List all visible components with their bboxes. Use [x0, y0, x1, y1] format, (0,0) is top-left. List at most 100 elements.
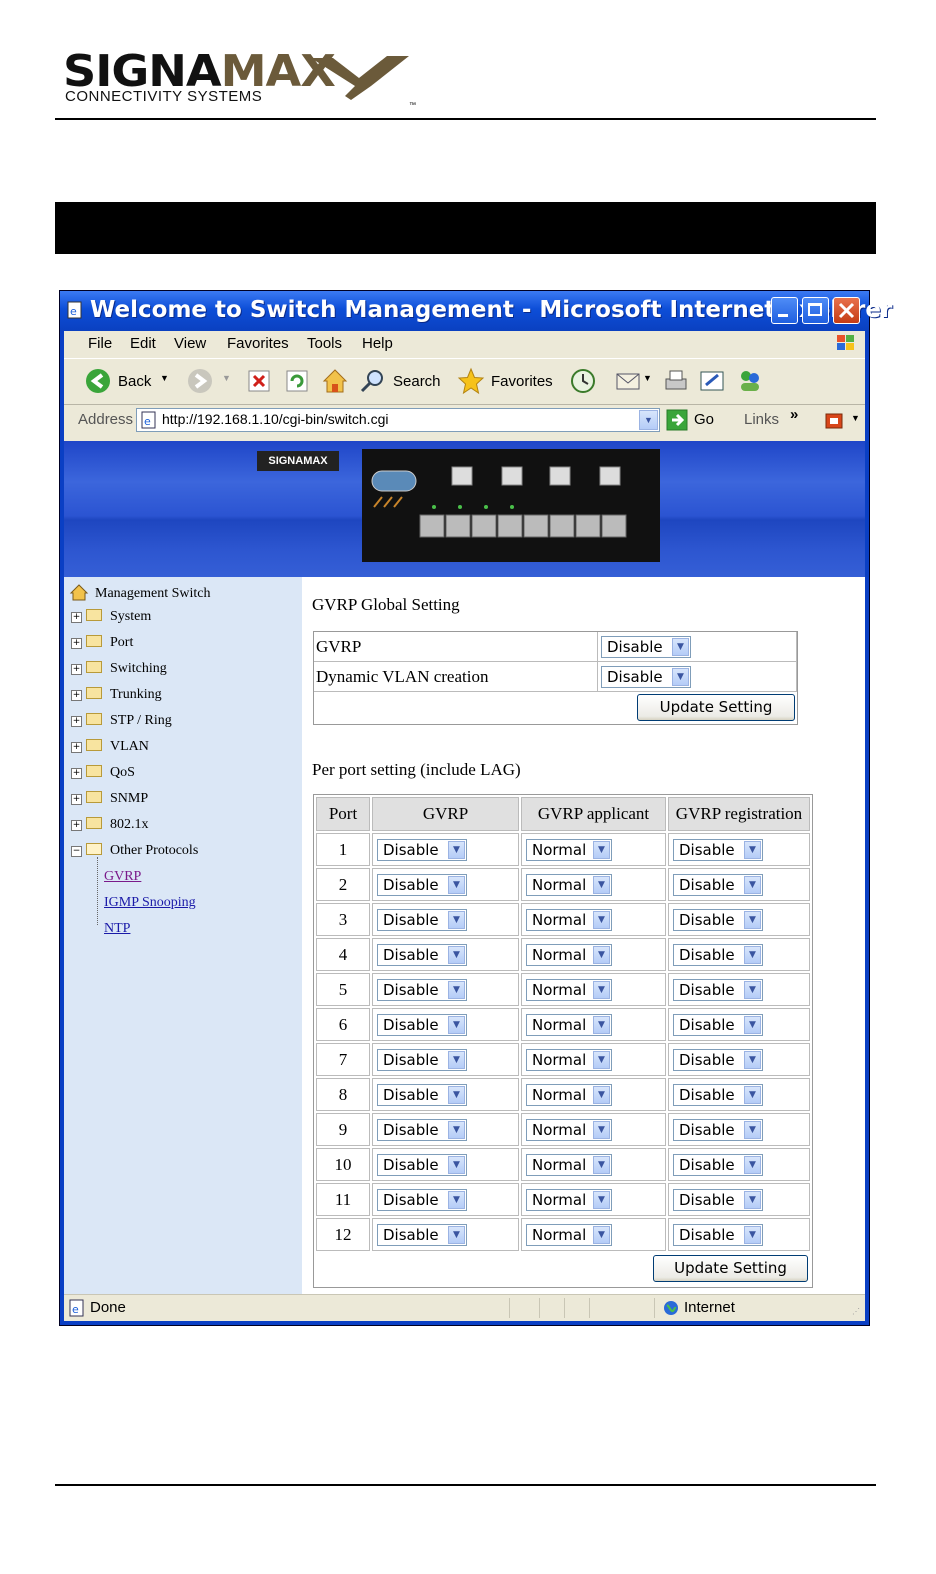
expand-icon[interactable]: + — [71, 638, 82, 649]
maximize-button[interactable] — [802, 297, 829, 324]
tree-item-other-protocols[interactable]: − Other Protocols — [71, 843, 198, 859]
port-gvrp-select[interactable]: Disable ▼ — [377, 838, 467, 861]
title-bar[interactable]: e Welcome to Switch Management - Microso… — [60, 291, 892, 331]
gvrp-select[interactable]: Disable ▼ — [601, 635, 691, 658]
port-registration-select[interactable]: Disable ▼ — [673, 943, 763, 966]
port-registration-select[interactable]: Disable ▼ — [673, 1048, 763, 1071]
search-button[interactable]: Search — [359, 367, 449, 395]
expand-icon[interactable]: + — [71, 612, 82, 623]
port-gvrp-select[interactable]: Disable ▼ — [377, 943, 467, 966]
tree-item-8021x[interactable]: +802.1x — [71, 817, 149, 833]
go-button[interactable]: Go — [666, 409, 718, 431]
stop-icon[interactable] — [247, 369, 271, 393]
port-registration-select[interactable]: Disable ▼ — [673, 978, 763, 1001]
address-input[interactable]: e http://192.168.1.10/cgi-bin/switch.cgi… — [136, 408, 660, 432]
menu-favorites[interactable]: Favorites — [227, 335, 289, 352]
tree-item-trunking[interactable]: + Trunking — [71, 687, 162, 703]
collapse-icon[interactable]: − — [71, 846, 82, 857]
global-update-button[interactable]: Update Setting — [637, 694, 795, 721]
resize-grip-icon[interactable]: ⋰ — [852, 1307, 860, 1316]
expand-icon[interactable]: + — [71, 742, 82, 753]
messenger-icon[interactable] — [736, 367, 764, 395]
perport-update-button[interactable]: Update Setting — [653, 1255, 808, 1282]
port-gvrp-select[interactable]: Disable ▼ — [377, 1153, 467, 1176]
gvrp-link[interactable]: GVRP — [104, 869, 141, 884]
tree-item-switching[interactable]: + Switching — [71, 661, 167, 677]
port-registration-select[interactable]: Disable ▼ — [673, 1083, 763, 1106]
port-applicant-select[interactable]: Normal ▼ — [526, 1118, 612, 1141]
port-registration-select[interactable]: Disable ▼ — [673, 1153, 763, 1176]
port-gvrp-select[interactable]: Disable ▼ — [377, 1048, 467, 1071]
port-gvrp-select[interactable]: Disable ▼ — [377, 1083, 467, 1106]
port-applicant-select[interactable]: Normal ▼ — [526, 1188, 612, 1211]
port-applicant-select[interactable]: Normal ▼ — [526, 943, 612, 966]
back-dropdown-icon[interactable]: ▼ — [160, 373, 169, 383]
port-gvrp-select[interactable]: Disable ▼ — [377, 1013, 467, 1036]
tree-item-qos[interactable]: + QoS — [71, 765, 135, 781]
tree-root[interactable]: Management Switch — [69, 583, 210, 602]
menu-view[interactable]: View — [174, 335, 206, 352]
port-applicant-select[interactable]: Normal ▼ — [526, 978, 612, 1001]
expand-icon[interactable]: + — [71, 664, 82, 675]
tree-item-port[interactable]: + Port — [71, 635, 133, 651]
expand-icon[interactable]: + — [71, 768, 82, 779]
port-applicant-select[interactable]: Normal ▼ — [526, 1153, 612, 1176]
port-registration-select[interactable]: Disable ▼ — [673, 838, 763, 861]
port-registration-select[interactable]: Disable ▼ — [673, 1223, 763, 1246]
forward-dropdown-icon[interactable]: ▼ — [222, 373, 231, 383]
expand-icon[interactable]: + — [71, 794, 82, 805]
port-registration-select[interactable]: Disable ▼ — [673, 1188, 763, 1211]
port-applicant-select[interactable]: Normal ▼ — [526, 873, 612, 896]
tree-item-system[interactable]: + System — [71, 609, 151, 625]
refresh-icon[interactable] — [285, 369, 309, 393]
port-applicant-select[interactable]: Normal ▼ — [526, 1048, 612, 1071]
port-applicant-select[interactable]: Normal ▼ — [526, 838, 612, 861]
tree-item-snmp[interactable]: + SNMP — [71, 791, 148, 807]
port-gvrp-select[interactable]: Disable ▼ — [377, 1188, 467, 1211]
port-applicant-select[interactable]: Normal ▼ — [526, 908, 612, 931]
mail-icon[interactable] — [614, 367, 642, 395]
history-icon[interactable] — [569, 367, 597, 395]
close-button[interactable] — [833, 297, 860, 324]
port-registration-select[interactable]: Disable ▼ — [673, 873, 763, 896]
ntp-link[interactable]: NTP — [104, 921, 130, 936]
port-registration-select[interactable]: Disable ▼ — [673, 1118, 763, 1141]
back-button[interactable]: Back ▼ — [84, 367, 184, 395]
tree-link-igmp[interactable]: IGMP Snooping — [104, 895, 196, 911]
port-registration-select[interactable]: Disable ▼ — [673, 1013, 763, 1036]
menu-edit[interactable]: Edit — [130, 335, 156, 352]
menu-tools[interactable]: Tools — [307, 335, 342, 352]
port-gvrp-select[interactable]: Disable ▼ — [377, 978, 467, 1001]
home-icon[interactable] — [320, 366, 350, 396]
favorites-button[interactable]: Favorites — [457, 367, 562, 395]
expand-icon[interactable]: + — [71, 690, 82, 701]
port-applicant-select[interactable]: Normal ▼ — [526, 1223, 612, 1246]
port-applicant-select[interactable]: Normal ▼ — [526, 1013, 612, 1036]
print-icon[interactable] — [662, 367, 690, 395]
expand-icon[interactable]: + — [71, 820, 82, 831]
igmp-snooping-link[interactable]: IGMP Snooping — [104, 895, 196, 910]
port-gvrp-select[interactable]: Disable ▼ — [377, 908, 467, 931]
edit-icon[interactable] — [698, 367, 726, 395]
address-dropdown-icon[interactable]: ▼ — [639, 410, 658, 430]
menu-file[interactable]: File — [88, 335, 112, 352]
tree-link-gvrp[interactable]: GVRP — [104, 869, 141, 885]
port-gvrp-select[interactable]: Disable ▼ — [377, 873, 467, 896]
expand-icon[interactable]: + — [71, 716, 82, 727]
tree-item-vlan[interactable]: + VLAN — [71, 739, 149, 755]
menu-help[interactable]: Help — [362, 335, 393, 352]
tree-link-ntp[interactable]: NTP — [104, 921, 130, 937]
links-label[interactable]: Links — [744, 411, 779, 428]
port-gvrp-select[interactable]: Disable ▼ — [377, 1118, 467, 1141]
port-applicant-select[interactable]: Normal ▼ — [526, 1083, 612, 1106]
port-gvrp-select[interactable]: Disable ▼ — [377, 1223, 467, 1246]
tree-item-stp-ring[interactable]: + STP / Ring — [71, 713, 172, 729]
dynamic-vlan-select[interactable]: Disable ▼ — [601, 665, 691, 688]
minimize-button[interactable] — [771, 297, 798, 324]
forward-arrow-icon[interactable] — [186, 367, 214, 395]
addon-dropdown-icon[interactable]: ▼ — [851, 413, 860, 423]
port-registration-select[interactable]: Disable ▼ — [673, 908, 763, 931]
mail-dropdown-icon[interactable]: ▼ — [643, 373, 652, 383]
links-chevron[interactable]: » — [790, 406, 798, 423]
toolbar-addon-icon[interactable] — [824, 410, 846, 432]
